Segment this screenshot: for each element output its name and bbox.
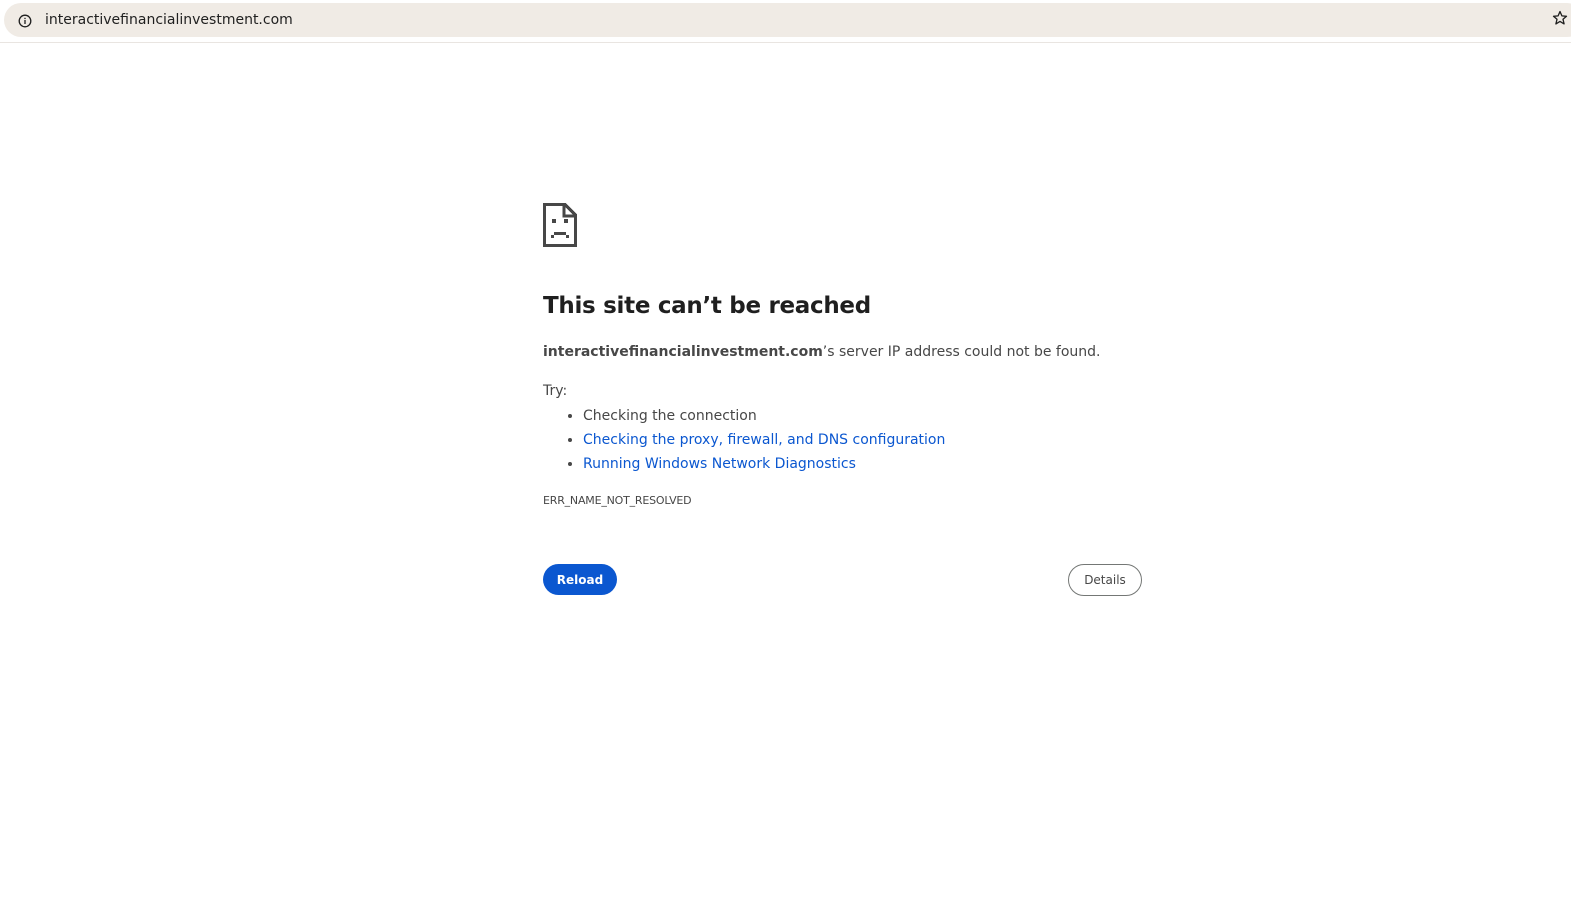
- info-icon[interactable]: [18, 13, 32, 28]
- error-summary: interactivefinancialinvestment.com’s ser…: [543, 342, 1101, 362]
- suggestion-network-diagnostics-link[interactable]: Running Windows Network Diagnostics: [583, 456, 856, 472]
- suggestions-list: Checking the connection Checking the pro…: [543, 404, 945, 476]
- browser-toolbar: interactivefinancialinvestment.com: [0, 0, 1571, 43]
- star-icon[interactable]: [1552, 10, 1568, 26]
- try-label: Try:: [543, 383, 568, 399]
- summary-host: interactivefinancialinvestment.com: [543, 344, 823, 360]
- suggestion-item: Checking the proxy, firewall, and DNS co…: [583, 428, 945, 452]
- reload-button[interactable]: Reload: [543, 564, 617, 595]
- error-title: This site can’t be reached: [543, 293, 871, 319]
- url-text[interactable]: interactivefinancialinvestment.com: [45, 11, 293, 29]
- sad-document-icon: [543, 203, 577, 247]
- suggestion-check-connection: Checking the connection: [583, 408, 757, 424]
- summary-message: ’s server IP address could not be found.: [822, 344, 1101, 360]
- suggestion-item: Checking the connection: [583, 404, 945, 428]
- details-button[interactable]: Details: [1068, 564, 1142, 596]
- suggestion-item: Running Windows Network Diagnostics: [583, 452, 945, 476]
- error-code: ERR_NAME_NOT_RESOLVED: [543, 494, 692, 507]
- address-bar[interactable]: interactivefinancialinvestment.com: [4, 3, 1571, 37]
- suggestion-check-proxy-link[interactable]: Checking the proxy, firewall, and DNS co…: [583, 432, 945, 448]
